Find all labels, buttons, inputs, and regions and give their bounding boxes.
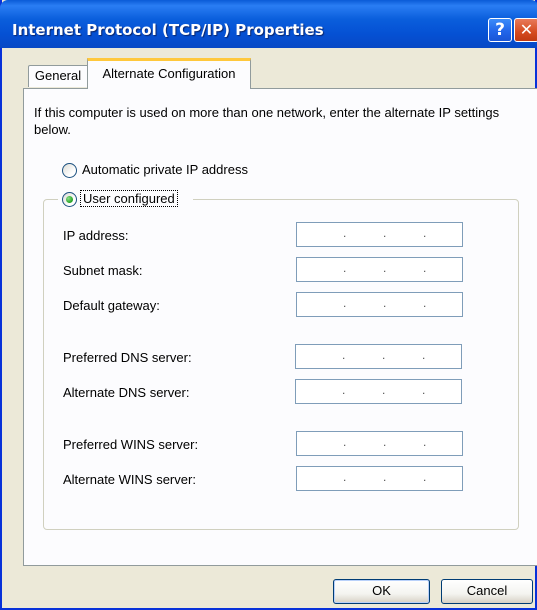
ip-address-label: IP address:	[63, 228, 129, 243]
ip-separator: .	[343, 226, 347, 240]
ip-address-field[interactable]: . . .	[296, 222, 463, 247]
ip-separator: .	[383, 470, 387, 484]
ip-separator: .	[422, 348, 426, 362]
ip-separator: .	[343, 435, 347, 449]
ip-separator: .	[383, 296, 387, 310]
user-configured-label[interactable]: User configured	[80, 190, 178, 207]
alternate-dns-label: Alternate DNS server:	[63, 385, 190, 400]
preferred-wins-label: Preferred WINS server:	[63, 437, 199, 452]
subnet-mask-field[interactable]: . . .	[296, 257, 463, 282]
preferred-dns-field[interactable]: . . .	[295, 344, 462, 369]
alternate-wins-field[interactable]: . . .	[296, 466, 463, 491]
default-gateway-label: Default gateway:	[63, 298, 160, 313]
cancel-button[interactable]: Cancel	[441, 579, 533, 604]
ip-separator: .	[382, 383, 386, 397]
ip-separator: .	[342, 383, 346, 397]
description-text: If this computer is used on more than on…	[34, 105, 500, 137]
ok-button[interactable]: OK	[333, 579, 430, 604]
panel-content: If this computer is used on more than on…	[0, 0, 537, 610]
ip-separator: .	[382, 348, 386, 362]
alternate-wins-label: Alternate WINS server:	[63, 472, 196, 487]
ip-separator: .	[383, 261, 387, 275]
ip-separator: .	[423, 296, 427, 310]
subnet-mask-label: Subnet mask:	[63, 263, 143, 278]
automatic-private-ip-radio[interactable]	[62, 163, 77, 178]
ip-separator: .	[342, 348, 346, 362]
ip-separator: .	[423, 470, 427, 484]
alternate-dns-field[interactable]: . . .	[295, 379, 462, 404]
ip-separator: .	[423, 435, 427, 449]
ip-separator: .	[383, 226, 387, 240]
ip-separator: .	[343, 296, 347, 310]
preferred-wins-field[interactable]: . . .	[296, 431, 463, 456]
ip-separator: .	[343, 261, 347, 275]
ip-separator: .	[423, 261, 427, 275]
preferred-dns-label: Preferred DNS server:	[63, 350, 192, 365]
ip-separator: .	[343, 470, 347, 484]
user-configured-radio[interactable]	[62, 192, 77, 207]
ip-separator: .	[422, 383, 426, 397]
ip-separator: .	[383, 435, 387, 449]
ip-separator: .	[423, 226, 427, 240]
automatic-private-ip-label[interactable]: Automatic private IP address	[82, 162, 248, 177]
default-gateway-field[interactable]: . . .	[296, 292, 463, 317]
